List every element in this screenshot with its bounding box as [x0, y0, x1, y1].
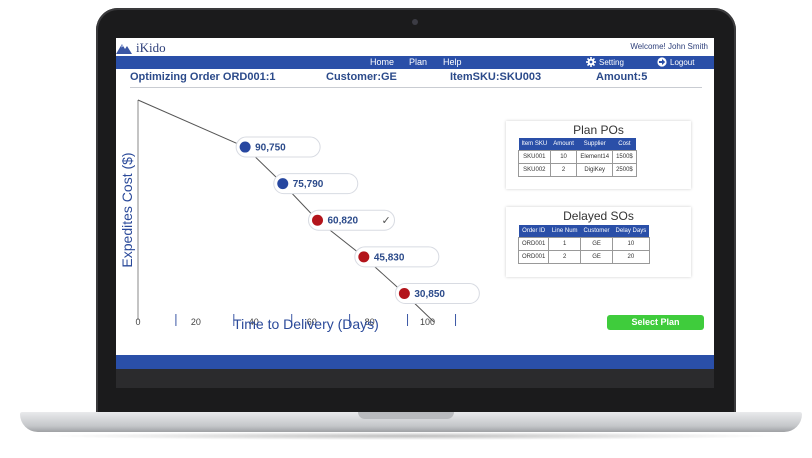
- plan-pos-title: Plan POs: [573, 123, 624, 137]
- x-tick-label: 100: [420, 317, 435, 327]
- plan-pos-table: Item SKU Amount Supplier Cost SKU001 10 Elemen…: [518, 138, 637, 177]
- table-cell: Element14: [576, 150, 614, 164]
- cost-option-point: [358, 251, 370, 263]
- cost-option-point: [398, 287, 410, 299]
- check-icon: ✓: [382, 214, 391, 227]
- table-cell: DigiKey: [576, 163, 614, 177]
- order-amount: Amount:5: [596, 71, 648, 83]
- cost-option-point: [312, 214, 324, 226]
- camera-icon: [412, 19, 418, 25]
- table-row: ORD001 1 GE 10: [517, 237, 650, 251]
- table-cell: 10: [549, 150, 578, 164]
- cost-option-label: 30,850: [414, 289, 445, 300]
- nav-home[interactable]: Home: [370, 57, 394, 67]
- mountain-logo-icon: [116, 43, 132, 54]
- logout-label: Logout: [670, 57, 695, 67]
- cost-option-point: [277, 178, 289, 190]
- table-row: SKU001 10 Element14 1500$: [518, 150, 637, 164]
- order-customer: Customer:GE: [326, 71, 397, 83]
- cost-option-label: 60,820: [328, 216, 359, 227]
- table-cell: 2500$: [612, 163, 637, 177]
- table-header: Cost: [612, 138, 637, 151]
- table-cell: 20: [612, 250, 650, 264]
- screen-bottom-bar: [116, 355, 714, 369]
- table-cell: ORD001: [517, 237, 550, 251]
- table-header: Customer: [580, 225, 613, 238]
- table-header: Order ID: [518, 225, 549, 238]
- table-cell: GE: [580, 237, 614, 251]
- table-cell: 2: [548, 250, 582, 264]
- setting-label: Setting: [599, 57, 624, 67]
- nav-plan[interactable]: Plan: [409, 57, 427, 67]
- y-axis-label: Expedites Cost ($): [119, 152, 135, 267]
- cost-option-point: [239, 141, 251, 153]
- screen-bottom-bezel: [116, 369, 714, 388]
- table-row: SKU002 2 DigiKey 2500$: [518, 163, 637, 177]
- gear-icon: [586, 57, 596, 67]
- table-cell: 10: [612, 237, 650, 251]
- table-cell: 1: [548, 237, 582, 251]
- table-header: Supplier: [576, 138, 613, 151]
- table-cell: ORD001: [517, 250, 550, 264]
- app-screen: iKido Welcome! John Smith Home Plan Help…: [116, 38, 714, 388]
- x-tick-label: 0: [135, 317, 140, 327]
- logo-text: iKido: [136, 40, 166, 55]
- table-header: Delay Days: [612, 225, 650, 238]
- table-cell: GE: [580, 250, 614, 264]
- setting-link[interactable]: Setting: [586, 57, 624, 67]
- table-row: ORD001 2 GE 20: [517, 250, 650, 264]
- cost-option-label: 45,830: [374, 252, 405, 263]
- order-title: Optimizing Order ORD001:1: [130, 71, 276, 83]
- x-axis-label: Time to Delivery (Days): [233, 316, 379, 332]
- table-header: Item SKU: [518, 138, 551, 151]
- table-header: Line Num: [548, 225, 581, 238]
- x-tick-label: 20: [191, 317, 201, 327]
- logout-arrow-icon: [657, 57, 667, 67]
- cost-curve-line: [137, 99, 435, 323]
- order-item-sku: ItemSKU:SKU003: [450, 71, 542, 83]
- navbar: Home Plan Help Setting Logout: [116, 56, 714, 69]
- cost-option-label: 75,790: [293, 179, 324, 190]
- delayed-sos-title: Delayed SOs: [563, 209, 634, 223]
- laptop-base-shadow: [40, 432, 782, 440]
- table-cell: SKU002: [518, 163, 551, 177]
- plan-pos-panel: Plan POs Item SKU Amount Supplier Cost SKU00…: [506, 121, 691, 189]
- logout-link[interactable]: Logout: [657, 57, 694, 67]
- cost-option-label: 90,750: [255, 143, 286, 154]
- app-logo: iKido: [116, 40, 166, 56]
- delayed-sos-panel: Delayed SOs Order ID Line Num Customer Dela…: [506, 207, 691, 277]
- cost-delivery-chart: 0 20 40 60 80 100Time to Delivery (Days)Exped…: [119, 99, 480, 332]
- table-cell: 1500$: [612, 150, 637, 164]
- table-cell: SKU001: [518, 150, 551, 164]
- delayed-sos-table: Order ID Line Num Customer Delay Days ORD001…: [517, 225, 650, 264]
- select-plan-button[interactable]: Select Plan: [607, 315, 704, 330]
- nav-help[interactable]: Help: [443, 57, 462, 67]
- welcome-text: Welcome! John Smith: [630, 42, 708, 51]
- laptop-base-notch: [358, 412, 454, 419]
- table-cell: 2: [549, 163, 578, 177]
- table-header: Amount: [550, 138, 577, 151]
